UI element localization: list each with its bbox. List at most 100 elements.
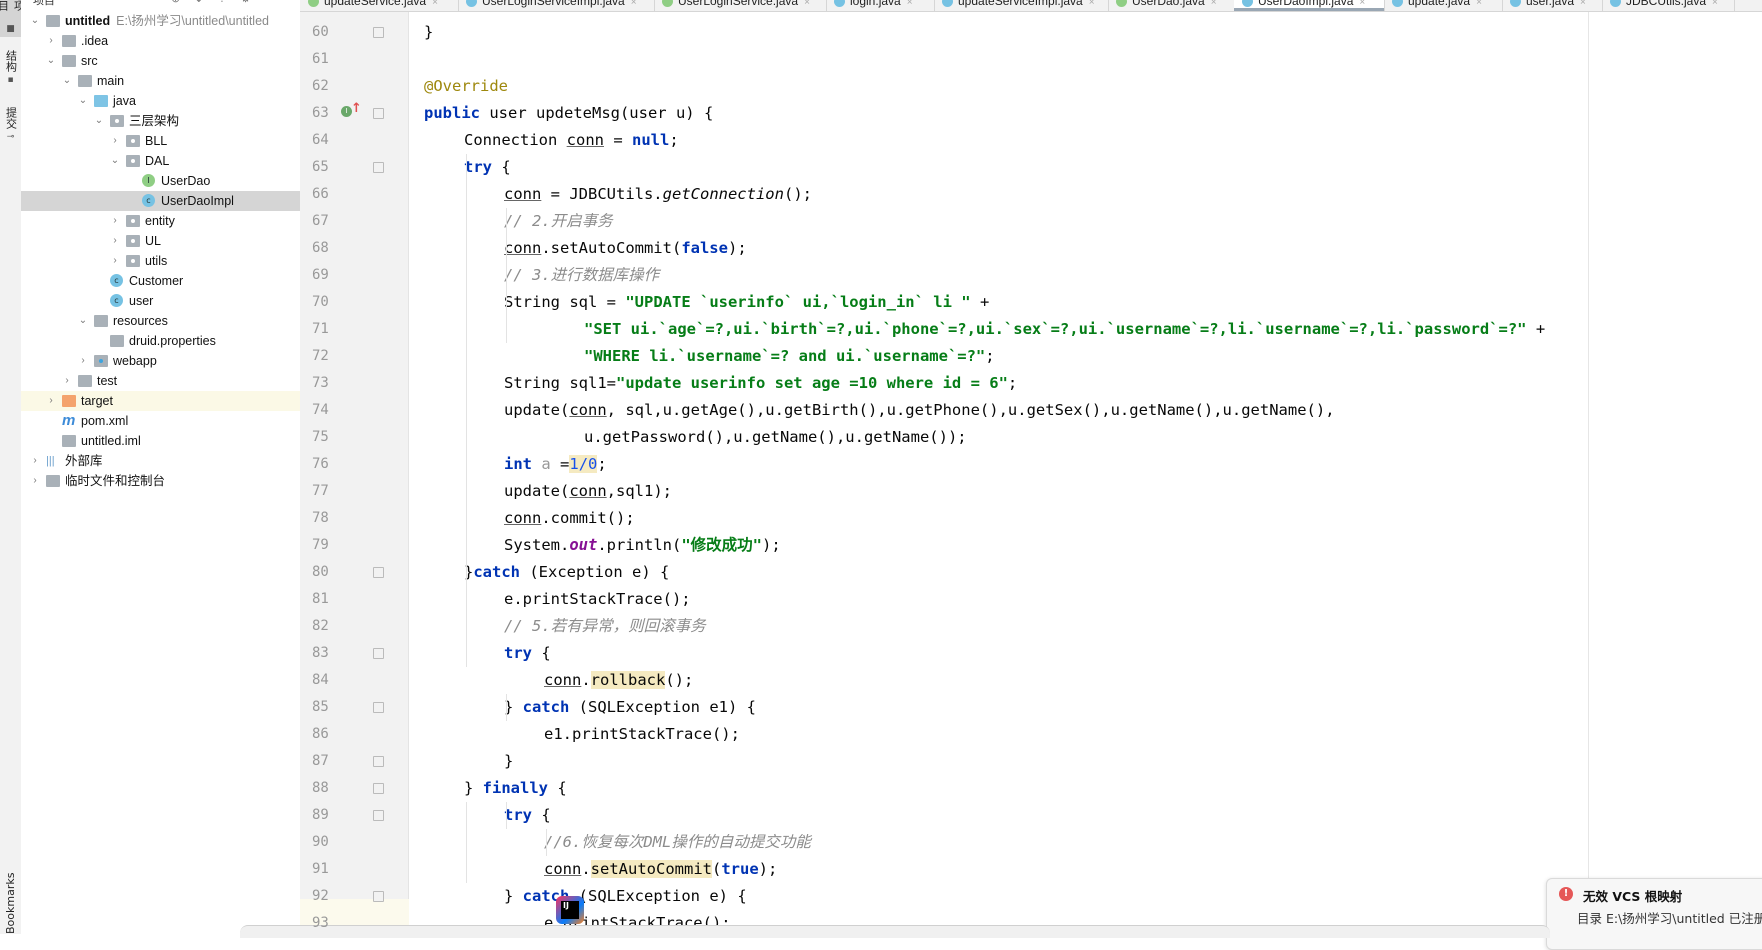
tree-item[interactable]: c user xyxy=(21,291,300,311)
tool-tab-project[interactable]: 项目 ■ xyxy=(0,0,26,37)
editor-tab[interactable]: UserDao.java × xyxy=(1108,0,1235,11)
close-icon[interactable]: × xyxy=(804,0,810,8)
close-icon[interactable]: × xyxy=(1712,0,1718,8)
fold-marker-icon[interactable] xyxy=(373,648,384,659)
tab-label: UserDaoImpl.java xyxy=(1258,0,1354,8)
fold-marker-icon[interactable] xyxy=(373,756,384,767)
code-token: ; xyxy=(1007,374,1018,392)
vcs-notification[interactable]: ! 无效 VCS 根映射 目录 E:\扬州学习\untitled 已注册 xyxy=(1546,878,1762,950)
tree-item[interactable]: › target xyxy=(21,391,300,411)
line-number: 77 xyxy=(312,483,329,499)
code-token: (); xyxy=(665,671,694,689)
tree-item[interactable]: ⌄ src xyxy=(21,51,300,71)
close-icon[interactable]: × xyxy=(432,0,438,8)
tree-item-label: pom.xml xyxy=(81,414,129,428)
editor-tab[interactable]: JDBCUtils.java × xyxy=(1602,0,1735,11)
class-icon xyxy=(942,0,953,8)
code-line: conn.setAutoCommit(false); xyxy=(504,235,747,262)
tool-tab-structure[interactable]: 结构 ▪ xyxy=(0,44,21,94)
code-token: ( xyxy=(712,860,722,878)
code-editor[interactable]: } @Override public user updeteMsg(user u) … xyxy=(409,12,1762,934)
editor-tab[interactable]: login.java × xyxy=(826,0,935,11)
chevron-down-icon[interactable]: ⌄ xyxy=(61,71,73,91)
code-token: update( xyxy=(504,482,570,500)
project-view-selector[interactable]: 项目 xyxy=(33,0,55,8)
tree-item[interactable]: ⌄ DAL xyxy=(21,151,300,171)
tree-item[interactable]: c UserDaoImpl xyxy=(21,191,300,211)
fold-marker-icon[interactable] xyxy=(373,891,384,902)
override-arrow-icon[interactable]: ↑ xyxy=(351,101,362,116)
chevron-down-icon[interactable]: ⌄ xyxy=(93,111,105,131)
tree-item[interactable]: › ||| 外部库 xyxy=(21,451,300,471)
code-token: "SET ui.`age`=?,ui.`birth`=?,ui.`phone`=… xyxy=(584,320,1527,338)
editor-tab[interactable]: UserLoginServiceImpl.java × xyxy=(458,0,655,11)
chevron-right-icon[interactable]: › xyxy=(45,391,57,411)
close-icon[interactable]: × xyxy=(1211,0,1217,8)
folder-icon xyxy=(78,375,92,387)
tool-tab-bookmarks[interactable]: Bookmarks xyxy=(0,864,21,934)
chevron-right-icon[interactable]: › xyxy=(77,351,89,371)
tree-item[interactable]: › entity xyxy=(21,211,300,231)
tree-item[interactable]: › webapp xyxy=(21,351,300,371)
tree-item[interactable]: › .idea xyxy=(21,31,300,51)
editor-tab[interactable]: updateServiceImpl.java × xyxy=(934,0,1109,11)
code-token: a xyxy=(541,455,551,473)
chevron-right-icon[interactable]: › xyxy=(45,31,57,51)
code-token: conn xyxy=(544,671,582,689)
chevron-right-icon[interactable]: › xyxy=(109,251,121,271)
tree-item[interactable]: m pom.xml xyxy=(21,411,300,431)
fold-marker-icon[interactable] xyxy=(373,162,384,173)
close-icon[interactable]: × xyxy=(631,0,637,8)
line-number: 83 xyxy=(312,645,329,661)
tree-item[interactable]: › utils xyxy=(21,251,300,271)
fold-marker-icon[interactable] xyxy=(373,783,384,794)
chevron-right-icon[interactable]: › xyxy=(109,131,121,151)
editor-tab[interactable]: UserLoginService.java × xyxy=(654,0,827,11)
intellij-idea-icon[interactable] xyxy=(556,896,584,924)
chevron-down-icon[interactable]: ⌄ xyxy=(29,11,41,31)
code-token: //6.恢复每次DML操作的自动提交功能 xyxy=(544,833,811,851)
close-icon[interactable]: × xyxy=(907,0,913,8)
close-icon[interactable]: × xyxy=(1476,0,1482,8)
tool-tab-commit[interactable]: 提交 ⊸ xyxy=(0,102,21,150)
code-line: conn = JDBCUtils.getConnection(); xyxy=(504,181,812,208)
close-icon[interactable]: × xyxy=(1580,0,1586,8)
tree-item[interactable]: › BLL xyxy=(21,131,300,151)
fold-marker-icon[interactable] xyxy=(373,108,384,119)
chevron-right-icon[interactable]: › xyxy=(109,211,121,231)
fold-marker-icon[interactable] xyxy=(373,27,384,38)
tree-item[interactable]: › test xyxy=(21,371,300,391)
tree-item[interactable]: ⌄ main xyxy=(21,71,300,91)
fold-marker-icon[interactable] xyxy=(373,810,384,821)
chevron-down-icon[interactable]: ⌄ xyxy=(45,51,57,71)
chevron-down-icon[interactable]: ⌄ xyxy=(109,151,121,171)
indent-guide xyxy=(466,154,467,667)
chevron-right-icon[interactable]: › xyxy=(109,231,121,251)
chevron-down-icon[interactable]: ⌄ xyxy=(77,91,89,111)
tree-item[interactable]: untitled.iml xyxy=(21,431,300,451)
tree-item[interactable]: c Customer xyxy=(21,271,300,291)
chevron-right-icon[interactable]: › xyxy=(29,471,41,491)
editor-tab[interactable]: updateService.java × xyxy=(300,0,459,11)
editor-tab[interactable]: user.java × xyxy=(1502,0,1603,11)
tree-item[interactable]: I UserDao xyxy=(21,171,300,191)
tree-item[interactable]: ⌄ resources xyxy=(21,311,300,331)
editor-tab[interactable]: update.java × xyxy=(1384,0,1503,11)
tree-item[interactable]: ⌄ java xyxy=(21,91,300,111)
chevron-right-icon[interactable]: › xyxy=(61,371,73,391)
tree-item[interactable]: › UL xyxy=(21,231,300,251)
tree-item[interactable]: › 临时文件和控制台 xyxy=(21,471,300,491)
chevron-down-icon[interactable]: ⌄ xyxy=(77,311,89,331)
chevron-right-icon[interactable]: › xyxy=(29,451,41,471)
fold-marker-icon[interactable] xyxy=(373,567,384,578)
tree-item[interactable]: ⌄ 三层架构 xyxy=(21,111,300,131)
tree-item[interactable]: ⌄ untitled E:\扬州学习\untitled\untitled xyxy=(21,11,300,31)
tree-item-label: target xyxy=(81,394,113,408)
close-icon[interactable]: × xyxy=(1089,0,1095,8)
tree-item[interactable]: druid.properties xyxy=(21,331,300,351)
close-icon[interactable]: × xyxy=(1359,0,1365,8)
project-toolbar-icons[interactable]: ⊕⇣⇡⚙ xyxy=(171,0,265,5)
tree-item-label: untitled.iml xyxy=(81,434,141,448)
fold-marker-icon[interactable] xyxy=(373,702,384,713)
editor-tab[interactable]: UserDaoImpl.java × xyxy=(1234,0,1385,11)
